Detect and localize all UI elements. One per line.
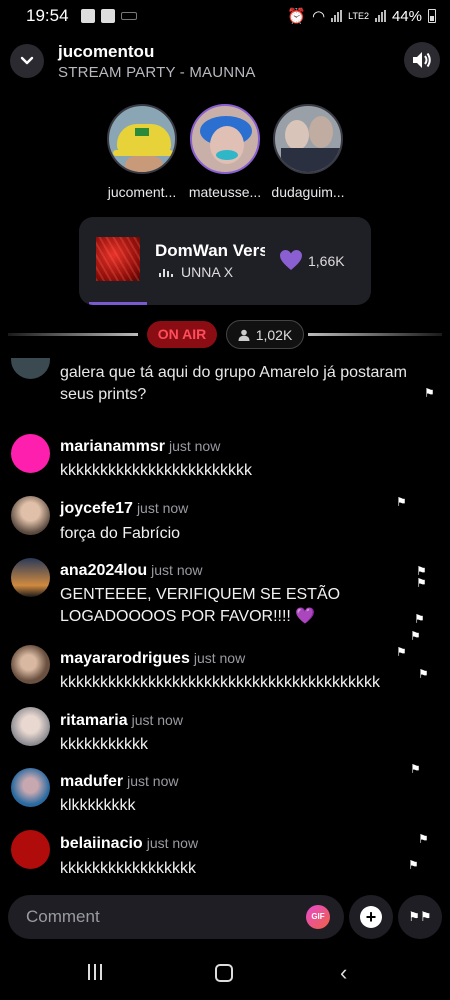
message-text: GENTEEEE, VERIFIQUEM SE ESTÃO LOGADOOOOS… (60, 586, 341, 625)
participant-name: mateusse... (188, 184, 262, 200)
collapse-button[interactable] (10, 44, 44, 78)
viewers-button[interactable]: 1,02K (226, 320, 304, 349)
flag-icon: ⚑ (418, 832, 429, 846)
participant-name: dudaguim... (271, 184, 345, 200)
signal-icon (331, 10, 343, 22)
add-button[interactable]: + (349, 895, 393, 939)
username[interactable]: madufer (60, 773, 123, 790)
volume-button[interactable] (404, 42, 440, 78)
notification-icon (80, 9, 95, 23)
check-icon (100, 9, 115, 23)
back-button[interactable]: ‹ (340, 960, 347, 986)
speaker-icon (413, 52, 431, 68)
comment-input[interactable] (26, 905, 286, 929)
app-notification-icon (120, 12, 137, 20)
wifi-icon: ◠ (312, 8, 326, 25)
battery-percent: 44% (391, 7, 422, 25)
host-name: jucomentou (58, 42, 155, 61)
stream-subtitle: STREAM PARTY - MAUNNA (58, 64, 256, 81)
flag-icon: ⚑ (410, 629, 421, 643)
message-text: kkkkkkkkkkk (60, 736, 148, 753)
message-time: just now (168, 438, 221, 454)
avatar (190, 104, 260, 174)
now-playing-card[interactable]: DomWan Versi UNNA X 1,66K (79, 217, 371, 305)
header: jucomentou STREAM PARTY - MAUNNA (0, 40, 450, 90)
heart-icon[interactable] (279, 249, 303, 271)
participant[interactable]: mateusse... (180, 104, 270, 200)
flag-icon: ⚑ (396, 645, 407, 659)
signal-2-icon (374, 10, 386, 22)
message-time: just now (131, 712, 183, 728)
status-time: 19:54 (26, 6, 69, 25)
avatar (273, 104, 343, 174)
message-time: just now (146, 835, 199, 851)
flag-icon: ⚑ (396, 495, 407, 509)
participant-name: jucoment... (107, 184, 177, 200)
album-art (96, 237, 140, 281)
track-progress (79, 302, 371, 305)
avatar (11, 434, 50, 473)
avatar (107, 104, 177, 174)
avatar (11, 768, 50, 807)
message-time: just now (136, 500, 189, 516)
chevron-down-icon (20, 56, 34, 65)
flag-icon: ⚑ (410, 762, 421, 776)
track-title: DomWan Versi (155, 241, 265, 260)
message-time: just now (193, 650, 246, 666)
message-time: just now (151, 562, 203, 578)
system-nav-bar: ‹ (0, 948, 450, 1000)
battery-icon (428, 9, 436, 23)
participants-row: jucoment... mateusse... dudaguim... (0, 104, 450, 204)
home-button[interactable] (215, 964, 233, 982)
message-text: klkkkkkkkk (60, 797, 136, 814)
username[interactable]: joycefe17 (60, 500, 133, 517)
participant[interactable]: jucoment... (97, 104, 187, 200)
avatar (11, 558, 50, 597)
username[interactable]: belaiinacio (60, 835, 143, 852)
flag-icon: ⚑ (408, 858, 419, 872)
alarm-icon: ⏰ (287, 8, 307, 25)
avatar (11, 645, 50, 684)
track-progress-fill (89, 302, 148, 305)
status-bar: 19:54 ⏰ ◠ LTE2 44% (0, 0, 450, 32)
message-text: kkkkkkkkkkkkkkkkk (60, 860, 196, 877)
person-icon (238, 329, 250, 341)
username[interactable]: ana2024lou (60, 562, 147, 579)
avatar (11, 830, 50, 869)
equalizer-icon (159, 267, 173, 277)
network-label: LTE2 (348, 11, 369, 21)
comment-box: GIF (8, 895, 344, 939)
username[interactable]: ritamaria (60, 712, 128, 729)
divider (8, 333, 138, 336)
message-time: just now (127, 773, 179, 789)
flag-icon: ⚑ (414, 612, 425, 626)
likes-count: 1,66K (308, 253, 345, 269)
on-air-badge: ON AIR (147, 321, 217, 348)
message-text: galera que tá aqui do grupo Amarelo já p… (60, 364, 407, 403)
chat-list[interactable]: galera que tá aqui do grupo Amarelo já p… (0, 358, 450, 888)
plus-icon: + (360, 906, 382, 928)
viewer-count: 1,02K (255, 326, 293, 343)
gif-button[interactable]: GIF (306, 905, 330, 929)
avatar (11, 707, 50, 746)
divider (308, 333, 442, 336)
message-text: força do Fabrício (60, 525, 181, 542)
flag-icon: ⚑ (416, 576, 427, 590)
message-text: kkkkkkkkkkkkkkkkkkkkkkkkkkkkkkkkkkkkkkkk (60, 674, 380, 691)
username[interactable]: mayararodrigues (60, 650, 190, 667)
flag-icon: ⚑ (418, 667, 429, 681)
flag-icon: ⚑⚑ (408, 909, 432, 924)
flags-button[interactable]: ⚑⚑ (398, 895, 442, 939)
live-status-row: ON AIR 1,02K (0, 320, 450, 350)
message-text: kkkkkkkkkkkkkkkkkkkkkkkk (60, 462, 252, 479)
username[interactable]: marianammsr (60, 438, 165, 455)
avatar (11, 496, 50, 535)
recents-button[interactable] (88, 964, 102, 980)
avatar (11, 358, 50, 379)
flag-icon: ⚑ (424, 386, 435, 400)
participant[interactable]: dudaguim... (263, 104, 353, 200)
track-artist: UNNA X (181, 264, 234, 280)
